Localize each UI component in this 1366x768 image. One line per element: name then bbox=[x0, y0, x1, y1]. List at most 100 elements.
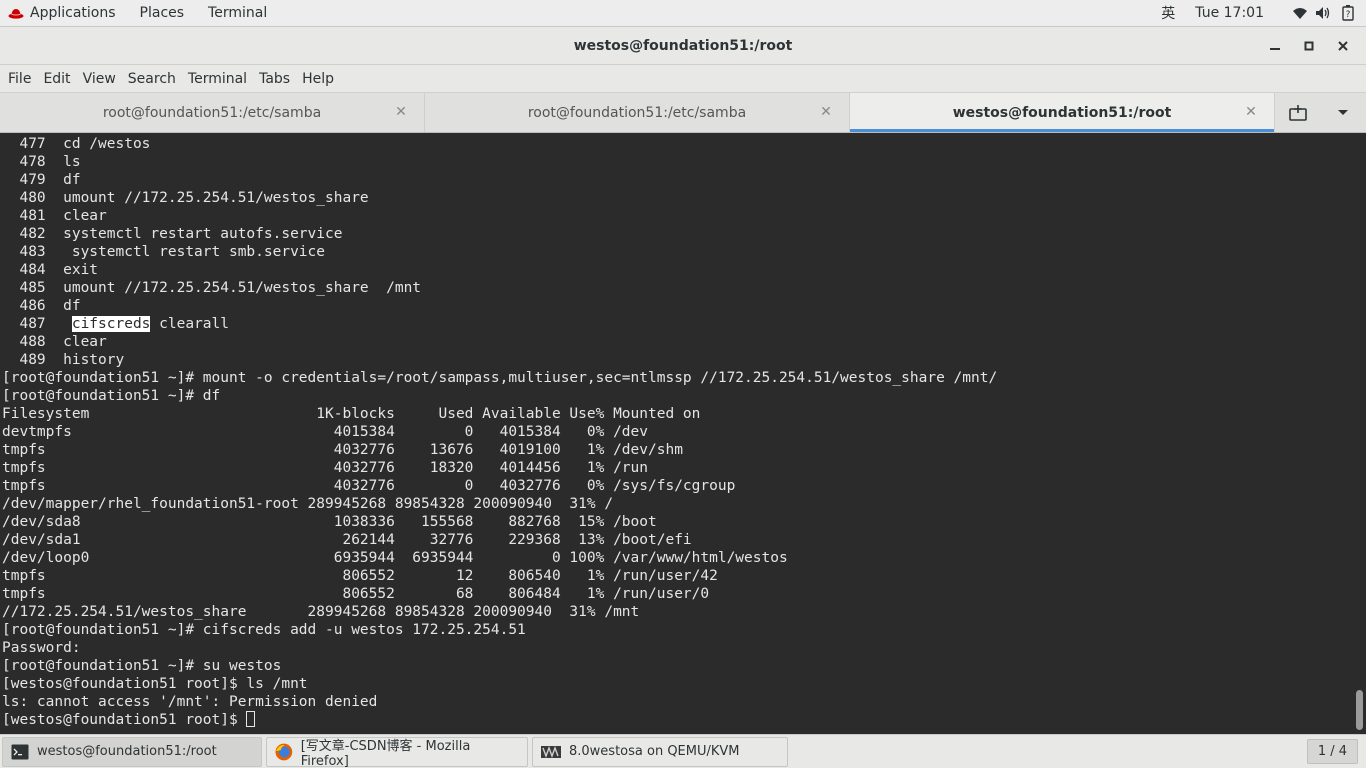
terminal-scrollbar[interactable] bbox=[1352, 134, 1366, 734]
terminal-line-text: Password: bbox=[2, 640, 81, 656]
terminal-line: devtmpfs 4015384 0 4015384 0% /dev bbox=[0, 423, 1352, 441]
terminal-line: [root@foundation51 ~]# mount -o credenti… bbox=[0, 369, 1352, 387]
terminal-line-text: ls: cannot access '/mnt': Permission den… bbox=[2, 694, 378, 710]
new-tab-icon bbox=[1288, 104, 1307, 121]
terminal-line: 482 systemctl restart autofs.service bbox=[0, 225, 1352, 243]
task-label: 8.0westosa on QEMU/KVM bbox=[569, 744, 740, 759]
virt-manager-icon bbox=[541, 745, 561, 758]
terminal-line: //172.25.254.51/westos_share 289945268 8… bbox=[0, 603, 1352, 621]
terminal-line-text: /dev/sda8 1038336 155568 882768 15% /boo… bbox=[2, 514, 657, 530]
tab-label: westos@foundation51:/root bbox=[952, 104, 1172, 121]
menu-help[interactable]: Help bbox=[296, 71, 340, 87]
terminal-line: [root@foundation51 ~]# cifscreds add -u … bbox=[0, 621, 1352, 639]
terminal-line: 479 df bbox=[0, 171, 1352, 189]
terminal-line-text: /dev/mapper/rhel_foundation51-root 28994… bbox=[2, 496, 614, 512]
close-tab-icon[interactable]: ✕ bbox=[394, 105, 408, 119]
terminal-line: /dev/loop0 6935944 6935944 0 100% /var/w… bbox=[0, 549, 1352, 567]
wifi-icon[interactable] bbox=[1288, 0, 1312, 26]
task-virt-manager[interactable]: 8.0westosa on QEMU/KVM bbox=[532, 736, 788, 767]
terminal-line-text: tmpfs 4032776 18320 4014456 1% /run bbox=[2, 460, 649, 476]
task-label: westos@foundation51:/root bbox=[37, 744, 217, 759]
window-titlebar: westos@foundation51:/root bbox=[0, 27, 1366, 65]
terminal-output[interactable]: 477 cd /westos 478 ls 479 df 480 umount … bbox=[0, 134, 1352, 734]
terminal-line: [westos@foundation51 root]$ bbox=[0, 711, 1352, 729]
terminal-line: Password: bbox=[0, 639, 1352, 657]
menu-tabs[interactable]: Tabs bbox=[253, 71, 296, 87]
terminal-line: 488 clear bbox=[0, 333, 1352, 351]
terminal-line-text: [root@foundation51 ~]# mount -o credenti… bbox=[2, 370, 998, 386]
applications-menu[interactable]: Applications bbox=[0, 0, 128, 26]
terminal-line: [root@foundation51 ~]# su westos bbox=[0, 657, 1352, 675]
new-tab-button[interactable] bbox=[1283, 98, 1313, 128]
svg-text:?: ? bbox=[1346, 10, 1351, 20]
terminal-line-text: 486 df bbox=[2, 298, 81, 314]
terminal-line-text: 481 clear bbox=[2, 208, 107, 224]
close-tab-icon[interactable]: ✕ bbox=[819, 105, 833, 119]
workspace-indicator[interactable]: 1 / 4 bbox=[1306, 739, 1358, 764]
terminal-line-text: 485 umount //172.25.254.51/westos_share … bbox=[2, 280, 422, 296]
terminal-line: tmpfs 4032776 0 4032776 0% /sys/fs/cgrou… bbox=[0, 477, 1352, 495]
power-status-icon[interactable]: ? bbox=[1336, 0, 1360, 26]
terminal-line: tmpfs 4032776 13676 4019100 1% /dev/shm bbox=[0, 441, 1352, 459]
close-tab-icon[interactable]: ✕ bbox=[1244, 105, 1258, 119]
terminal-line-text: clearall bbox=[150, 316, 229, 332]
terminal-line-text: 489 history bbox=[2, 352, 125, 368]
terminal-line-text: /dev/sda1 262144 32776 229368 13% /boot/… bbox=[2, 532, 692, 548]
terminal-line-text: tmpfs 806552 12 806540 1% /run/user/42 bbox=[2, 568, 718, 584]
terminal-line-text: /dev/loop0 6935944 6935944 0 100% /var/w… bbox=[2, 550, 788, 566]
tab-root-samba-2[interactable]: root@foundation51:/etc/samba ✕ bbox=[425, 93, 850, 132]
terminal-line-text: [root@foundation51 ~]# cifscreds add -u … bbox=[2, 622, 526, 638]
terminal-app-menu[interactable]: Terminal bbox=[196, 0, 279, 26]
window-list-panel: westos@foundation51:/root [写文章-CSDN博客 - … bbox=[0, 734, 1366, 768]
terminal-line: 486 df bbox=[0, 297, 1352, 315]
menu-view[interactable]: View bbox=[77, 71, 122, 87]
terminal-line-text: [root@foundation51 ~]# su westos bbox=[2, 658, 282, 674]
menu-terminal[interactable]: Terminal bbox=[182, 71, 253, 87]
maximize-button[interactable] bbox=[1292, 31, 1326, 61]
chevron-down-icon bbox=[1338, 109, 1349, 115]
input-method-indicator[interactable]: 英 bbox=[1151, 3, 1185, 23]
terminal-line-text: 479 df bbox=[2, 172, 81, 188]
places-menu[interactable]: Places bbox=[128, 0, 197, 26]
volume-icon[interactable] bbox=[1312, 0, 1336, 26]
terminal-line: tmpfs 806552 12 806540 1% /run/user/42 bbox=[0, 567, 1352, 585]
terminal-line: 480 umount //172.25.254.51/westos_share bbox=[0, 189, 1352, 207]
menu-search[interactable]: Search bbox=[122, 71, 182, 87]
terminal-line-text: [root@foundation51 ~]# df bbox=[2, 388, 221, 404]
scrollbar-thumb[interactable] bbox=[1356, 690, 1363, 730]
terminal-line: 487 cifscreds clearall bbox=[0, 315, 1352, 333]
menu-edit[interactable]: Edit bbox=[37, 71, 76, 87]
terminal-line-text: 478 ls bbox=[2, 154, 81, 170]
tab-label: root@foundation51:/etc/samba bbox=[527, 104, 747, 121]
terminal-line-text: 477 cd /westos bbox=[2, 136, 151, 152]
terminal-line-text: tmpfs 4032776 13676 4019100 1% /dev/shm bbox=[2, 442, 683, 458]
task-terminal[interactable]: westos@foundation51:/root bbox=[2, 736, 262, 767]
terminal-line-text: devtmpfs 4015384 0 4015384 0% /dev bbox=[2, 424, 649, 440]
terminal-icon bbox=[11, 744, 29, 759]
clock[interactable]: Tue 17:01 bbox=[1185, 5, 1288, 21]
applications-label: Applications bbox=[30, 5, 116, 21]
redhat-icon bbox=[8, 9, 24, 19]
terminal-line-text: 487 bbox=[2, 316, 72, 332]
task-firefox[interactable]: [写文章-CSDN博客 - Mozilla Firefox] bbox=[266, 736, 528, 768]
terminal-line: 485 umount //172.25.254.51/westos_share … bbox=[0, 279, 1352, 297]
tab-westos-root[interactable]: westos@foundation51:/root ✕ bbox=[850, 93, 1275, 132]
close-window-button[interactable] bbox=[1326, 31, 1360, 61]
selected-text[interactable]: cifscreds bbox=[71, 316, 151, 332]
terminal-line: [root@foundation51 ~]# df bbox=[0, 387, 1352, 405]
tabs-menu-button[interactable] bbox=[1328, 98, 1358, 128]
terminal-line-text: tmpfs 4032776 0 4032776 0% /sys/fs/cgrou… bbox=[2, 478, 736, 494]
terminal-cursor bbox=[246, 711, 256, 727]
minimize-button[interactable] bbox=[1258, 31, 1292, 61]
menubar: File Edit View Search Terminal Tabs Help bbox=[0, 65, 1366, 93]
terminal-line: tmpfs 806552 68 806484 1% /run/user/0 bbox=[0, 585, 1352, 603]
tab-label: root@foundation51:/etc/samba bbox=[102, 104, 322, 121]
terminal-line: 478 ls bbox=[0, 153, 1352, 171]
menu-file[interactable]: File bbox=[2, 71, 37, 87]
terminal-line-text: [westos@foundation51 root]$ bbox=[2, 712, 247, 728]
window-title: westos@foundation51:/root bbox=[573, 37, 793, 54]
terminal-line-text: 482 systemctl restart autofs.service bbox=[2, 226, 343, 242]
tab-root-samba-1[interactable]: root@foundation51:/etc/samba ✕ bbox=[0, 93, 425, 132]
terminal-line: 481 clear bbox=[0, 207, 1352, 225]
terminal-line: /dev/sda8 1038336 155568 882768 15% /boo… bbox=[0, 513, 1352, 531]
